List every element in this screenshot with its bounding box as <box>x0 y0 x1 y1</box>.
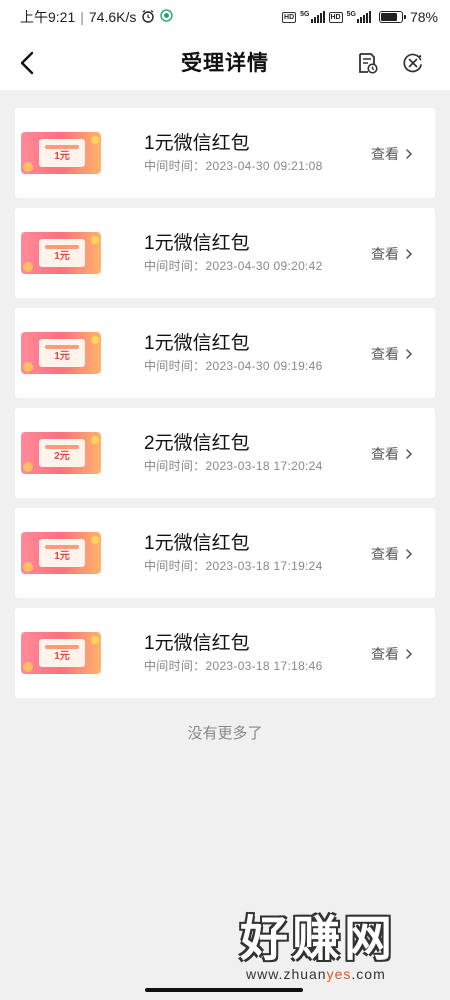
chevron-right-icon <box>406 349 413 359</box>
view-label: 查看 <box>371 146 399 162</box>
view-link[interactable]: 查看 <box>371 544 413 564</box>
document-clock-icon <box>359 53 378 74</box>
coupon-amount: 1元 <box>54 250 70 262</box>
alarm-icon <box>141 9 155 26</box>
coupon-ticket: 1元 <box>39 239 85 267</box>
watermark: 好赚网 www.zhuanyes.com <box>240 914 440 994</box>
record-card[interactable]: 1元 1元微信红包 中间时间：2023-04-30 09:21:08 查看 <box>15 108 435 198</box>
app-notification-icon <box>160 9 174 25</box>
signal-icon-2: 5G <box>347 11 371 23</box>
record-title: 1元微信红包 <box>144 333 250 354</box>
coupon-ticket: 1元 <box>39 539 85 567</box>
5g-label-2: 5G <box>346 11 356 18</box>
no-more-text: 没有更多了 <box>187 725 263 742</box>
home-indicator[interactable] <box>145 988 303 992</box>
red-packet-thumbnail: 1元 <box>21 332 101 374</box>
watermark-title: 好赚网 <box>240 913 397 966</box>
view-link[interactable]: 查看 <box>371 644 413 664</box>
record-title: 1元微信红包 <box>144 533 250 554</box>
watermark-url-prefix: www.zhuan <box>246 966 327 982</box>
hd-badge-2: HD <box>328 11 343 23</box>
record-title: 1元微信红包 <box>144 133 250 154</box>
close-circle-icon <box>403 53 422 73</box>
coupon-ticket: 1元 <box>39 139 85 167</box>
red-packet-thumbnail: 1元 <box>21 632 101 674</box>
coupon-amount: 1元 <box>54 550 70 562</box>
back-button[interactable] <box>12 48 42 78</box>
watermark-url-suffix: .com <box>351 966 386 982</box>
record-time: 中间时间：2023-03-18 17:20:24 <box>144 459 323 473</box>
record-card[interactable]: 1元 1元微信红包 中间时间：2023-03-18 17:19:24 查看 <box>15 508 435 598</box>
record-time: 中间时间：2023-04-30 09:20:42 <box>144 259 323 273</box>
record-title: 1元微信红包 <box>144 633 250 654</box>
view-link[interactable]: 查看 <box>371 444 413 464</box>
battery-icon <box>378 11 406 23</box>
view-link[interactable]: 查看 <box>371 244 413 264</box>
record-info: 1元微信红包 中间时间：2023-03-18 17:18:46 <box>144 632 323 674</box>
record-time: 中间时间：2023-03-18 17:19:24 <box>144 559 323 573</box>
red-packet-thumbnail: 1元 <box>21 532 101 574</box>
record-card[interactable]: 1元 1元微信红包 中间时间：2023-04-30 09:20:42 查看 <box>15 208 435 298</box>
chevron-left-icon <box>20 51 34 75</box>
watermark-url: www.zhuanyes.com <box>246 966 440 982</box>
status-time: 上午9:21 <box>20 9 76 25</box>
record-list: 1元 1元微信红包 中间时间：2023-04-30 09:21:08 查看 1元… <box>15 108 435 708</box>
coupon-amount: 1元 <box>54 150 70 162</box>
status-bar: 上午9:21 | 74.6K/s HD 5G HD 5G 78% <box>0 0 450 34</box>
coupon-ticket: 2元 <box>39 439 85 467</box>
chevron-right-icon <box>406 149 413 159</box>
record-time: 中间时间：2023-04-30 09:21:08 <box>144 159 323 173</box>
view-link[interactable]: 查看 <box>371 344 413 364</box>
coupon-ticket: 1元 <box>39 339 85 367</box>
signal-icon-1: 5G <box>300 11 325 23</box>
chevron-right-icon <box>406 649 413 659</box>
network-speed: 74.6K/s <box>88 9 137 25</box>
close-button[interactable] <box>400 50 426 76</box>
view-link[interactable]: 查看 <box>371 144 413 164</box>
record-info: 1元微信红包 中间时间：2023-03-18 17:19:24 <box>144 532 323 574</box>
5g-label-1: 5G <box>300 11 310 18</box>
record-info: 1元微信红包 中间时间：2023-04-30 09:20:42 <box>144 232 323 274</box>
coupon-amount: 1元 <box>54 350 70 362</box>
page-title: 受理详情 <box>181 52 269 75</box>
coupon-amount: 2元 <box>54 450 70 462</box>
chevron-right-icon <box>406 449 413 459</box>
view-label: 查看 <box>371 646 399 662</box>
red-packet-thumbnail: 2元 <box>21 432 101 474</box>
chevron-right-icon <box>406 549 413 559</box>
coupon-amount: 1元 <box>54 650 70 662</box>
red-packet-thumbnail: 1元 <box>21 132 101 174</box>
record-title: 2元微信红包 <box>144 433 250 454</box>
hd-badge-1: HD <box>282 11 297 23</box>
coupon-ticket: 1元 <box>39 639 85 667</box>
record-info: 1元微信红包 中间时间：2023-04-30 09:21:08 <box>144 132 323 174</box>
record-info: 2元微信红包 中间时间：2023-03-18 17:20:24 <box>144 432 323 474</box>
record-card[interactable]: 1元 1元微信红包 中间时间：2023-04-30 09:19:46 查看 <box>15 308 435 398</box>
view-label: 查看 <box>371 446 399 462</box>
header: 受理详情 <box>0 34 450 90</box>
record-time: 中间时间：2023-04-30 09:19:46 <box>144 359 323 373</box>
status-left: 上午9:21 | 74.6K/s <box>20 7 174 27</box>
chevron-right-icon <box>406 249 413 259</box>
record-info: 1元微信红包 中间时间：2023-04-30 09:19:46 <box>144 332 323 374</box>
record-time: 中间时间：2023-03-18 17:18:46 <box>144 659 323 673</box>
red-packet-thumbnail: 1元 <box>21 232 101 274</box>
status-separator: | <box>80 9 84 25</box>
record-card[interactable]: 1元 1元微信红包 中间时间：2023-03-18 17:18:46 查看 <box>15 608 435 698</box>
battery-percent: 78% <box>409 9 438 25</box>
view-label: 查看 <box>371 346 399 362</box>
record-title: 1元微信红包 <box>144 233 250 254</box>
history-button[interactable] <box>354 50 380 76</box>
view-label: 查看 <box>371 546 399 562</box>
status-right: HD 5G HD 5G 78% <box>282 9 438 25</box>
record-card[interactable]: 2元 2元微信红包 中间时间：2023-03-18 17:20:24 查看 <box>15 408 435 498</box>
watermark-url-accent: yes <box>326 966 352 982</box>
view-label: 查看 <box>371 246 399 262</box>
